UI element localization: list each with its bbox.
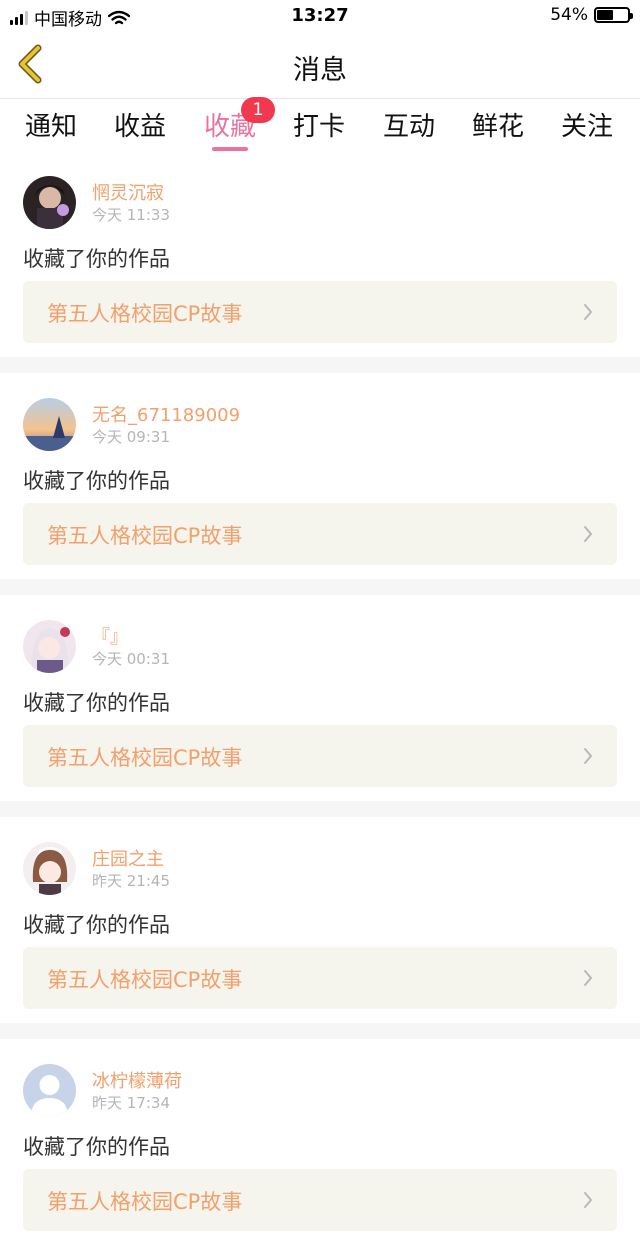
battery-fill bbox=[597, 10, 613, 20]
work-link[interactable]: 第五人格校园CP故事 bbox=[23, 503, 617, 565]
username[interactable]: 冰柠檬薄荷 bbox=[92, 1067, 182, 1093]
timestamp: 今天 09:31 bbox=[92, 428, 170, 446]
username[interactable]: 庄园之主 bbox=[92, 845, 164, 871]
action-text: 收藏了你的作品 bbox=[23, 247, 170, 271]
notification-item: 无名_671189009 今天 09:31 收藏了你的作品 第五人格校园CP故事 bbox=[0, 373, 640, 579]
timestamp: 昨天 21:45 bbox=[92, 872, 170, 890]
notification-item: 『』 今天 00:31 收藏了你的作品 第五人格校园CP故事 bbox=[0, 595, 640, 801]
work-link[interactable]: 第五人格校园CP故事 bbox=[23, 281, 617, 343]
notification-item: 庄园之主 昨天 21:45 收藏了你的作品 第五人格校园CP故事 bbox=[0, 817, 640, 1023]
username[interactable]: 『』 bbox=[92, 623, 128, 649]
page-title: 消息 bbox=[293, 55, 347, 86]
work-title: 第五人格校园CP故事 bbox=[47, 968, 243, 992]
divider bbox=[0, 579, 640, 595]
avatar[interactable] bbox=[23, 842, 76, 895]
timestamp: 昨天 17:34 bbox=[92, 1094, 170, 1112]
tab-earnings[interactable]: 收益 bbox=[105, 106, 175, 143]
divider bbox=[0, 1023, 640, 1039]
work-title: 第五人格校园CP故事 bbox=[47, 746, 243, 770]
tab-checkin[interactable]: 打卡 bbox=[284, 106, 354, 143]
chevron-right-icon bbox=[584, 304, 592, 320]
work-link[interactable]: 第五人格校园CP故事 bbox=[23, 725, 617, 787]
action-text: 收藏了你的作品 bbox=[23, 913, 170, 937]
work-title: 第五人格校园CP故事 bbox=[47, 1190, 243, 1214]
unread-badge: 1 bbox=[241, 97, 275, 123]
clock: 13:27 bbox=[291, 5, 349, 26]
action-text: 收藏了你的作品 bbox=[23, 469, 170, 493]
avatar[interactable] bbox=[23, 176, 76, 229]
tab-favorites[interactable]: 收藏 1 bbox=[195, 97, 275, 151]
timestamp: 今天 00:31 bbox=[92, 650, 170, 668]
notification-item: 惘灵沉寂 今天 11:33 收藏了你的作品 第五人格校园CP故事 bbox=[0, 151, 640, 357]
avatar[interactable] bbox=[23, 398, 76, 451]
work-link[interactable]: 第五人格校园CP故事 bbox=[23, 947, 617, 1009]
status-bar: 中国移动 13:27 54% bbox=[0, 0, 640, 32]
tab-follow[interactable]: 关注 bbox=[552, 106, 622, 143]
username[interactable]: 惘灵沉寂 bbox=[92, 179, 164, 205]
action-text: 收藏了你的作品 bbox=[23, 1135, 170, 1159]
divider bbox=[0, 801, 640, 817]
notification-item: 冰柠檬薄荷 昨天 17:34 收藏了你的作品 第五人格校园CP故事 bbox=[0, 1039, 640, 1245]
work-link[interactable]: 第五人格校园CP故事 bbox=[23, 1169, 617, 1231]
chevron-right-icon bbox=[584, 526, 592, 542]
tab-flowers[interactable]: 鲜花 bbox=[463, 106, 533, 143]
timestamp: 今天 11:33 bbox=[92, 206, 170, 224]
battery-area: 54% bbox=[550, 5, 633, 25]
action-text: 收藏了你的作品 bbox=[23, 691, 170, 715]
battery-icon bbox=[594, 7, 633, 23]
notification-list: 惘灵沉寂 今天 11:33 收藏了你的作品 第五人格校园CP故事 无名_6711… bbox=[0, 151, 640, 1245]
chevron-right-icon bbox=[584, 970, 592, 986]
chevron-right-icon bbox=[584, 1192, 592, 1208]
username[interactable]: 无名_671189009 bbox=[92, 401, 240, 427]
tab-bar: 通知 收益 收藏 1 打卡 互动 鲜花 关注 bbox=[0, 97, 640, 151]
work-title: 第五人格校园CP故事 bbox=[47, 524, 243, 548]
tab-interaction[interactable]: 互动 bbox=[374, 106, 444, 143]
chevron-right-icon bbox=[584, 748, 592, 764]
battery-percent: 54% bbox=[550, 5, 588, 25]
navigation-bar: 消息 bbox=[0, 32, 640, 99]
tab-notifications[interactable]: 通知 bbox=[16, 106, 86, 143]
work-title: 第五人格校园CP故事 bbox=[47, 302, 243, 326]
divider bbox=[0, 357, 640, 373]
avatar[interactable] bbox=[23, 1064, 76, 1117]
avatar[interactable] bbox=[23, 620, 76, 673]
